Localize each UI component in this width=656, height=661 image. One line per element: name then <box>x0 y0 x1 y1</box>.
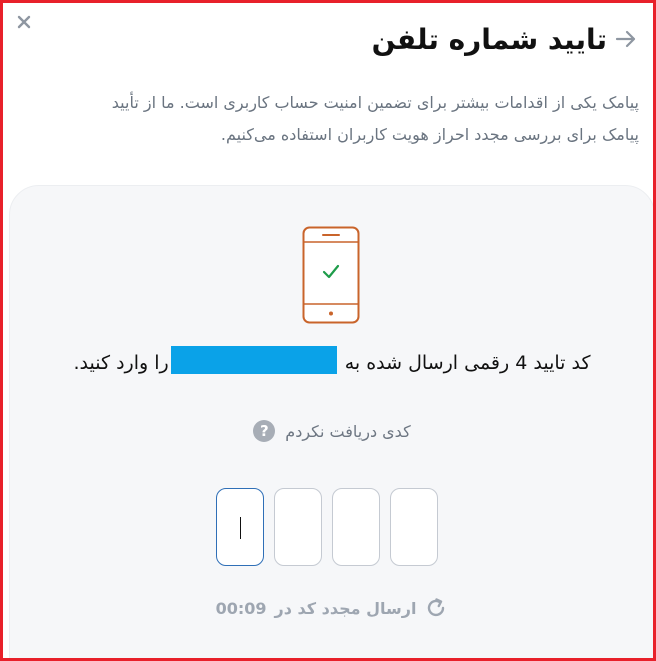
dialog-header: تایید شماره تلفن <box>372 17 639 61</box>
prompt-text-before: کد تایید 4 رقمی ارسال شده به <box>344 352 591 374</box>
verification-card: کد تایید 4 رقمی ارسال شده به را وارد کنی… <box>9 185 653 658</box>
no-code-label: کدی دریافت نکردم <box>285 421 411 441</box>
resend-label: ارسال مجدد کد در <box>274 598 417 618</box>
otp-digit-3[interactable] <box>332 488 380 566</box>
description-line-1: پیامک یکی از اقدامات بیشتر برای تضمین ام… <box>111 93 639 112</box>
description-line-2: پیامک برای بررسی مجدد احراز هویت کاربران… <box>220 125 639 144</box>
arrow-right-icon <box>615 30 636 48</box>
close-icon <box>17 15 31 29</box>
question-circle-icon: ? <box>253 420 276 442</box>
refresh-icon <box>428 598 445 617</box>
resend-code: ارسال مجدد کد در 00:09 <box>10 596 653 620</box>
close-button[interactable] <box>13 11 35 33</box>
back-button[interactable] <box>613 26 639 52</box>
description: پیامک یکی از اقدامات بیشتر برای تضمین ام… <box>17 87 639 151</box>
phone-check-icon <box>302 226 360 324</box>
phone-number-redaction <box>170 346 337 374</box>
no-code-received-link[interactable]: کدی دریافت نکردم ? <box>10 420 653 442</box>
otp-input-group <box>216 488 438 566</box>
dialog: تایید شماره تلفن پیامک یکی از اقدامات بی… <box>0 0 656 661</box>
text-caret <box>240 517 241 539</box>
verification-prompt: کد تایید 4 رقمی ارسال شده به را وارد کنی… <box>70 346 594 378</box>
otp-digit-2[interactable] <box>274 488 322 566</box>
page-title: تایید شماره تلفن <box>371 22 607 56</box>
resend-timer: 00:09 <box>215 598 267 618</box>
otp-digit-1[interactable] <box>216 488 264 566</box>
otp-digit-4[interactable] <box>390 488 438 566</box>
prompt-text-after: را وارد کنید. <box>73 352 169 374</box>
